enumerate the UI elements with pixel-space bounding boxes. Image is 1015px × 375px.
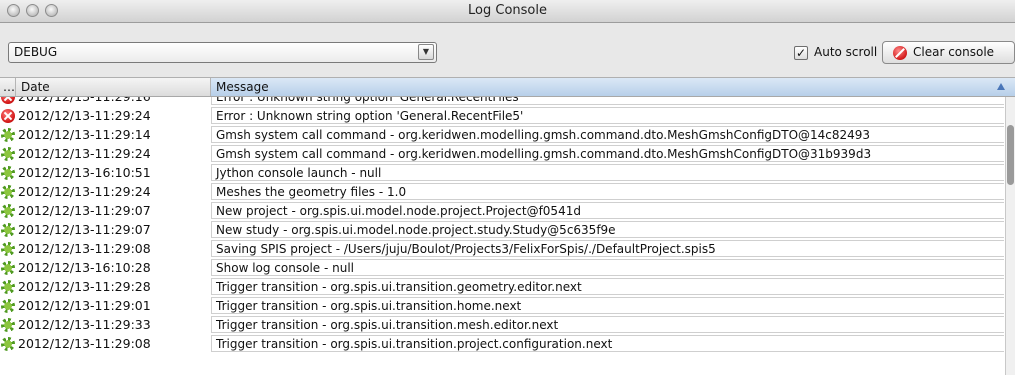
table-row[interactable]: 2012/12/13-11:29:07 New study - org.spis.… — [0, 221, 1005, 240]
column-header-level[interactable]: … — [0, 78, 16, 96]
debug-bug-icon — [1, 147, 15, 161]
row-message: New study - org.spis.ui.model.node.proje… — [211, 221, 1004, 238]
row-date: 2012/12/13-11:29:08 — [18, 336, 151, 351]
table-row[interactable]: 2012/12/13-11:29:08 Saving SPIS project -… — [0, 240, 1005, 259]
row-date: 2012/12/13-11:29:24 — [18, 184, 151, 199]
table-row[interactable]: 2012/12/13-11:29:33 Trigger transition - … — [0, 316, 1005, 335]
auto-scroll-label[interactable]: Auto scroll — [814, 45, 877, 59]
debug-bug-icon — [1, 204, 15, 218]
debug-bug-icon — [1, 185, 15, 199]
chevron-down-icon[interactable]: ▼ — [418, 44, 434, 60]
row-date: 2012/12/13-11:29:07 — [18, 222, 151, 237]
debug-bug-icon — [1, 128, 15, 142]
debug-bug-icon — [1, 242, 15, 256]
table-row[interactable]: 2012/12/13-16:10:28 Show log console - nu… — [0, 259, 1005, 278]
row-message: Gmsh system call command - org.keridwen.… — [211, 145, 1004, 162]
toolbar: DEBUG ▼ ✓ Auto scroll Clear console — [0, 23, 1015, 77]
table-header: … Date Message — [0, 78, 1015, 97]
table-row[interactable]: 2012/12/13-11:29:08 Trigger transition - … — [0, 335, 1005, 354]
table-row[interactable]: 2012/12/13-11:29:28 Trigger transition - … — [0, 278, 1005, 297]
debug-bug-icon — [1, 299, 15, 313]
column-header-message[interactable]: Message — [211, 78, 1015, 96]
debug-bug-icon — [1, 166, 15, 180]
error-icon — [1, 97, 15, 104]
row-message: Meshes the geometry files - 1.0 — [211, 183, 1004, 200]
row-date: 2012/12/13-11:29:16 — [18, 97, 151, 104]
clear-console-button[interactable]: Clear console — [882, 41, 1015, 64]
row-message: Trigger transition - org.spis.ui.transit… — [211, 335, 1004, 352]
log-level-value: DEBUG — [14, 45, 58, 59]
log-level-select[interactable]: DEBUG ▼ — [8, 42, 437, 63]
row-date: 2012/12/13-11:29:24 — [18, 146, 151, 161]
scrollbar-thumb[interactable] — [1007, 125, 1014, 185]
row-message: Jython console launch - null — [211, 164, 1004, 181]
table-row[interactable]: 2012/12/13-11:29:24 Gmsh system call comm… — [0, 145, 1005, 164]
column-header-message-label: Message — [216, 80, 269, 94]
sort-ascending-icon[interactable] — [997, 83, 1005, 90]
row-message: Trigger transition - org.spis.ui.transit… — [211, 278, 1004, 295]
row-date: 2012/12/13-11:29:01 — [18, 298, 151, 313]
auto-scroll-checkbox[interactable]: ✓ — [794, 46, 808, 60]
window-title: Log Console — [468, 3, 547, 18]
table-row[interactable]: 2012/12/13-11:29:07 New project - org.spi… — [0, 202, 1005, 221]
clear-console-label: Clear console — [913, 45, 995, 59]
vertical-scrollbar[interactable] — [1005, 97, 1015, 375]
title-bar: Log Console — [0, 0, 1015, 23]
table-row[interactable]: 2012/12/13-16:10:51 Jython console launch… — [0, 164, 1005, 183]
log-table: … Date Message 2012/12/13-11:29:16 Error … — [0, 77, 1015, 375]
row-date: 2012/12/13-11:29:24 — [18, 108, 151, 123]
row-message: Show log console - null — [211, 259, 1004, 276]
table-row[interactable]: 2012/12/13-11:29:24 Meshes the geometry f… — [0, 183, 1005, 202]
table-row[interactable]: 2012/12/13-11:29:16 Error : Unknown strin… — [0, 97, 1005, 107]
row-message: Error : Unknown string option 'General.R… — [211, 107, 1004, 124]
clear-icon — [893, 46, 907, 60]
row-message: Trigger transition - org.spis.ui.transit… — [211, 316, 1004, 333]
table-row[interactable]: 2012/12/13-11:29:14 Gmsh system call comm… — [0, 126, 1005, 145]
row-date: 2012/12/13-11:29:07 — [18, 203, 151, 218]
column-header-date[interactable]: Date — [16, 78, 211, 96]
row-date: 2012/12/13-11:29:33 — [18, 317, 151, 332]
row-date: 2012/12/13-11:29:14 — [18, 127, 151, 142]
row-message: Gmsh system call command - org.keridwen.… — [211, 126, 1004, 143]
error-icon — [1, 109, 15, 123]
row-date: 2012/12/13-16:10:51 — [18, 165, 151, 180]
row-message: Saving SPIS project - /Users/juju/Boulot… — [211, 240, 1004, 257]
debug-bug-icon — [1, 280, 15, 294]
table-row[interactable]: 2012/12/13-11:29:01 Trigger transition - … — [0, 297, 1005, 316]
debug-bug-icon — [1, 261, 15, 275]
row-message: New project - org.spis.ui.model.node.pro… — [211, 202, 1004, 219]
debug-bug-icon — [1, 318, 15, 332]
table-row[interactable]: 2012/12/13-11:29:24 Error : Unknown strin… — [0, 107, 1005, 126]
row-message: Trigger transition - org.spis.ui.transit… — [211, 297, 1004, 314]
row-date: 2012/12/13-11:29:08 — [18, 241, 151, 256]
debug-bug-icon — [1, 337, 15, 351]
debug-bug-icon — [1, 223, 15, 237]
row-date: 2012/12/13-16:10:28 — [18, 260, 151, 275]
row-date: 2012/12/13-11:29:28 — [18, 279, 151, 294]
log-rows[interactable]: 2012/12/13-11:29:16 Error : Unknown strin… — [0, 97, 1005, 375]
row-message: Error : Unknown string option 'General.R… — [211, 97, 1004, 105]
